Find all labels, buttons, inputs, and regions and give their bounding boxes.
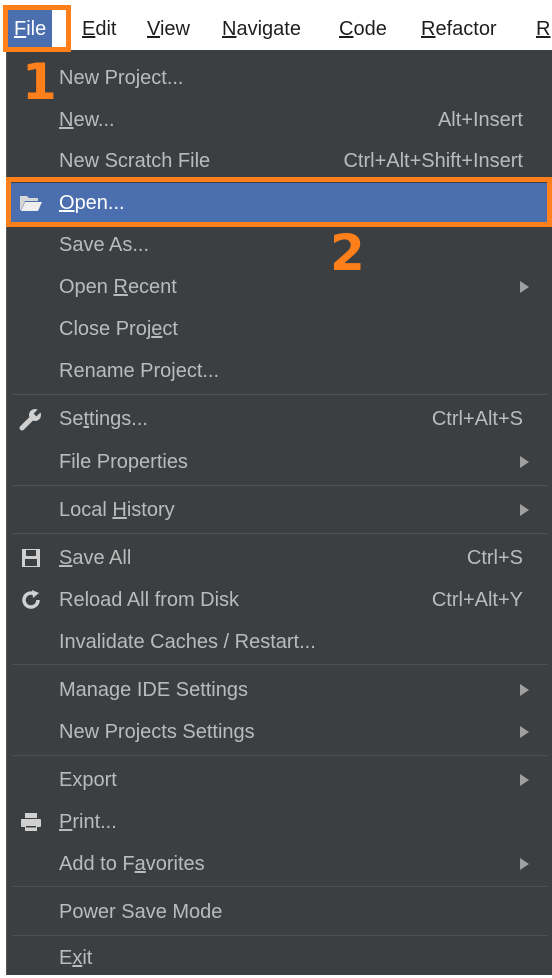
menu-item-label: Reload All from Disk [59,589,240,611]
menu-edit[interactable]: Edit [82,8,116,50]
menu-separator [13,394,547,395]
annotation-step-2: 2 [330,224,365,282]
main-menu-bar: File Edit View Navigate Code Refactor R [0,8,552,50]
reload-icon [19,588,43,612]
menu-navigate-label: avigate [236,18,301,40]
menu-view[interactable]: View [147,8,190,50]
menu-item-label: Rename Project... [59,360,220,382]
menu-item-label: Power Save Mode [59,901,223,923]
file-menu-dropdown: New Project... New... Alt+Insert New Scr… [6,50,552,975]
menu-separator [13,533,547,534]
submenu-arrow-icon [520,456,529,468]
menu-item-shortcut: Ctrl+Alt+Y [431,589,523,611]
menu-item-label: Save As... [59,234,150,256]
menu-edit-mnemonic: E [82,18,96,40]
menu-item-new-project[interactable]: New Project... [7,58,547,98]
menu-item-open[interactable]: Open... [7,183,547,223]
menu-item-power-save-mode[interactable]: Power Save Mode [7,892,547,932]
menu-item-save-all[interactable]: Save All Ctrl+S [7,538,547,578]
menu-item-label: New Project... [59,67,184,89]
menu-item-label: Invalidate Caches / Restart... [59,631,316,653]
annotation-step-1: 1 [22,53,57,111]
menu-item-label: Settings... [59,408,148,430]
menu-item-manage-ide-settings[interactable]: Manage IDE Settings [7,670,547,710]
submenu-arrow-icon [520,858,529,870]
menu-view-mnemonic: V [147,18,160,40]
floppy-disk-icon [19,546,43,570]
menu-item-label: File Properties [59,451,188,473]
menu-item-label: New... [59,109,115,131]
menu-item-label: Add to Favorites [59,853,205,875]
menu-item-new-scratch-file[interactable]: New Scratch File Ctrl+Alt+Shift+Insert [7,141,547,181]
menu-item-invalidate-caches[interactable]: Invalidate Caches / Restart... [7,622,547,662]
menu-refactor-mnemonic: R [421,18,436,40]
menu-view-label: iew [159,18,190,40]
menu-separator [13,755,547,756]
menu-item-label: Print... [59,811,117,833]
menu-item-rename-project[interactable]: Rename Project... [7,351,547,391]
menu-code-mnemonic: C [339,18,354,40]
menu-item-new[interactable]: New... Alt+Insert [7,100,547,140]
menu-item-exit[interactable]: Exit [7,938,547,978]
menu-item-reload-all[interactable]: Reload All from Disk Ctrl+Alt+Y [7,580,547,620]
menu-item-open-recent[interactable]: Open Recent [7,267,547,307]
menu-item-label: Manage IDE Settings [59,679,248,701]
menu-separator [13,664,547,665]
menu-item-print[interactable]: Print... [7,802,547,842]
menu-item-label: Open... [59,192,125,214]
menu-separator [13,485,547,486]
menu-navigate-mnemonic: N [222,18,237,40]
menu-edit-label: dit [95,18,117,40]
menu-item-label: Save All [59,547,132,569]
menu-item-label: Open Recent [59,276,177,298]
menu-item-shortcut: Ctrl+S [466,547,523,569]
menu-item-new-projects-settings[interactable]: New Projects Settings [7,712,547,752]
menu-item-label: Local History [59,499,175,521]
menu-code-label: ode [353,18,387,40]
menu-item-save-as[interactable]: Save As... [7,225,547,265]
menu-refactor[interactable]: Refactor [421,8,497,50]
menu-code[interactable]: Code [339,8,387,50]
menu-item-add-to-favorites[interactable]: Add to Favorites [7,844,547,884]
submenu-arrow-icon [520,684,529,696]
submenu-arrow-icon [520,281,529,293]
menu-item-label: Exit [59,947,93,969]
menu-separator [13,935,547,936]
menu-run-mnemonic: R [536,18,551,40]
wrench-icon [19,406,44,431]
printer-icon [19,810,43,834]
menu-item-settings[interactable]: Settings... Ctrl+Alt+S [7,399,547,439]
submenu-arrow-icon [520,774,529,786]
menu-file-label: ile [26,18,47,40]
submenu-arrow-icon [520,504,529,516]
menu-refactor-label: efactor [435,18,497,40]
menu-item-close-project[interactable]: Close Project [7,309,547,349]
menu-item-shortcut: Ctrl+Alt+Shift+Insert [343,150,523,172]
menu-item-shortcut: Alt+Insert [437,109,523,131]
menu-item-local-history[interactable]: Local History [7,490,547,530]
menu-item-label: New Scratch File [59,150,211,172]
menu-navigate[interactable]: Navigate [222,8,301,50]
menu-separator [13,886,547,887]
submenu-arrow-icon [520,726,529,738]
menu-run-partial[interactable]: R [536,8,550,50]
menu-file-mnemonic: F [14,18,27,40]
menu-item-export[interactable]: Export [7,760,547,800]
menu-item-label: Export [59,769,117,791]
folder-open-icon [19,191,43,215]
menu-item-label: New Projects Settings [59,721,255,743]
menu-file[interactable]: File [8,8,53,50]
menu-item-file-properties[interactable]: File Properties [7,442,547,482]
menu-item-shortcut: Ctrl+Alt+S [431,408,523,430]
menu-item-label: Close Project [59,318,178,340]
